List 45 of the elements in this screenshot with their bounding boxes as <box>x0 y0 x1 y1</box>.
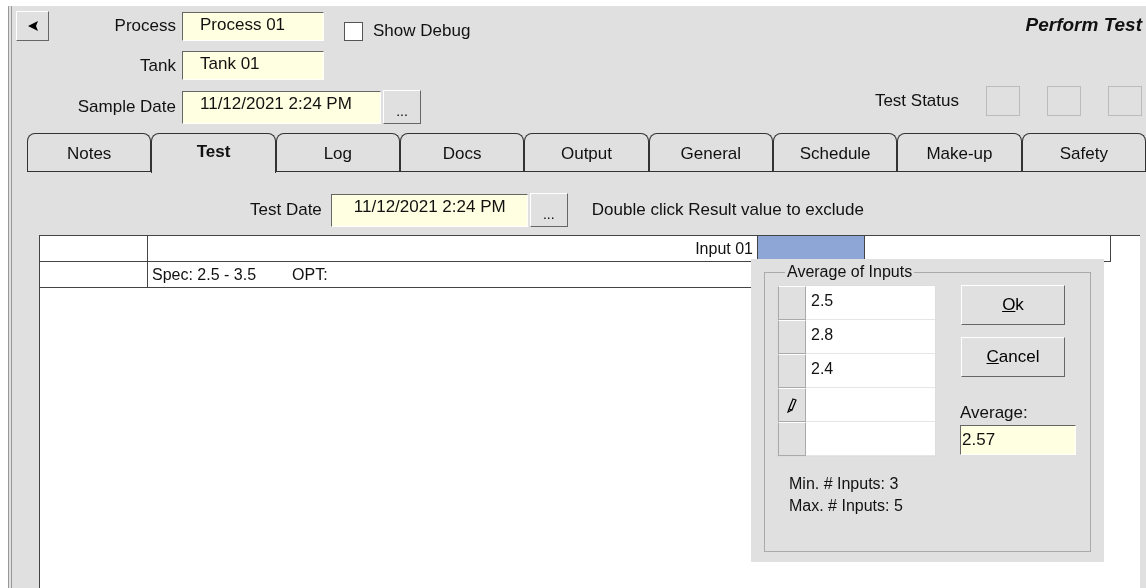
average-label: Average: <box>960 403 1029 423</box>
status-box <box>1047 86 1081 116</box>
date-picker-button[interactable]: ... <box>529 193 568 227</box>
date-picker-button[interactable]: ... <box>383 90 421 124</box>
group-title: Average of Inputs <box>786 263 914 281</box>
input-cell[interactable]: 2.4 <box>806 354 935 388</box>
hint-text: Double click Result value to exclude <box>591 200 864 220</box>
field-label: Sample Date <box>76 97 176 117</box>
page-title: Perform Test <box>1025 14 1142 36</box>
input-cell[interactable]: 2.8 <box>806 320 935 354</box>
tab[interactable]: Schedule <box>772 133 898 171</box>
tab[interactable]: Log <box>275 133 400 171</box>
status-box <box>986 86 1020 116</box>
max-inputs-text: Max. # Inputs: 5 <box>789 496 904 516</box>
tab[interactable]: Output <box>524 133 649 171</box>
tab[interactable]: General <box>648 133 773 171</box>
selected-cell[interactable] <box>758 236 865 262</box>
field-label: Process <box>113 16 176 36</box>
dialog-button[interactable]: Ok <box>961 285 1065 325</box>
row-header[interactable] <box>778 388 806 422</box>
tab[interactable]: Docs <box>400 133 525 171</box>
field-label: Test Date <box>250 200 322 220</box>
checkbox-label: Show Debug <box>373 21 471 41</box>
tab[interactable]: Safety <box>1021 133 1146 171</box>
opt-text: OPT: <box>292 265 328 285</box>
checkbox[interactable] <box>344 21 363 41</box>
left-arrow-icon <box>26 20 39 32</box>
text-field[interactable]: Process 01 <box>182 11 324 41</box>
spec-text: Spec: 2.5 - 3.5 <box>152 265 257 285</box>
pencil-icon <box>786 397 798 413</box>
tab[interactable]: Make-up <box>897 133 1022 171</box>
text-field[interactable]: 11/12/2021 2:24 PM <box>330 193 528 227</box>
back-button[interactable] <box>16 11 49 41</box>
tab[interactable]: Notes <box>27 133 152 171</box>
field-label: Tank <box>139 55 176 76</box>
input-cell[interactable]: 2.5 <box>806 286 935 320</box>
dialog-button[interactable]: Cancel <box>961 337 1065 377</box>
tab[interactable]: Test <box>151 133 276 173</box>
min-inputs-text: Min. # Inputs: 3 <box>789 474 900 494</box>
status-box <box>1108 86 1142 116</box>
average-field[interactable]: 2.57 <box>960 425 1076 455</box>
text-field[interactable]: 11/12/2021 2:24 PM <box>182 90 381 124</box>
status-label: Test Status <box>874 91 959 111</box>
table-cell: Input 01 <box>148 236 758 262</box>
text-field[interactable]: Tank 01 <box>182 51 324 80</box>
